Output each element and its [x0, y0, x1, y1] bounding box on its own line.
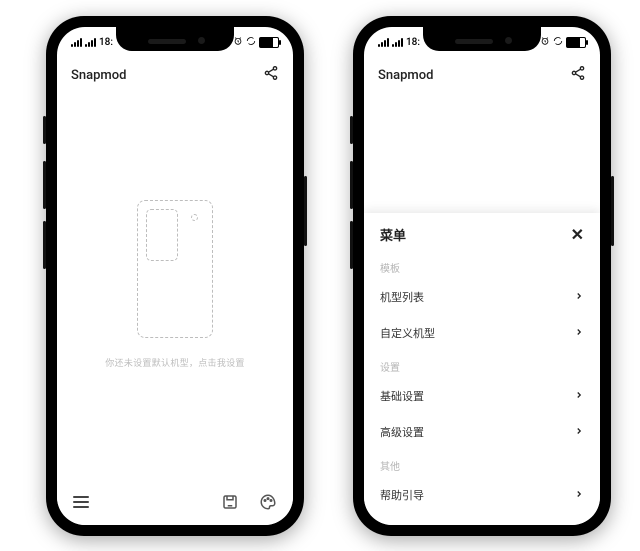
- sync-icon: [246, 36, 256, 49]
- close-icon[interactable]: ✕: [571, 225, 584, 244]
- chevron-right-icon: [574, 489, 584, 502]
- side-button: [43, 116, 46, 144]
- empty-state-hint: 你还未设置默认机型，点击我设置: [105, 356, 245, 369]
- menu-item-custom-device[interactable]: 自定义机型: [364, 315, 600, 351]
- battery-icon: [566, 37, 586, 48]
- palette-button[interactable]: [259, 493, 277, 511]
- menu-item-basic-settings[interactable]: 基础设置: [364, 378, 600, 414]
- empty-state[interactable]: 你还未设置默认机型，点击我设置: [57, 93, 293, 525]
- side-button: [304, 176, 307, 246]
- menu-item-help-guide[interactable]: 帮助引导: [364, 477, 600, 513]
- menu-item-about[interactable]: 关于: [364, 513, 600, 525]
- app-bar: Snapmod: [57, 57, 293, 93]
- chevron-right-icon: [574, 327, 584, 340]
- wifi-signal-icon: [392, 38, 403, 47]
- alarm-icon: [540, 36, 550, 49]
- menu-sheet: 菜单 ✕ 模板 机型列表 自定义机型 设置 基础设置: [364, 213, 600, 525]
- side-button: [611, 176, 614, 246]
- menu-item-label: 帮助引导: [380, 487, 424, 503]
- status-time: 18:: [99, 37, 113, 48]
- palette-icon: [259, 493, 277, 511]
- chevron-right-icon: [574, 291, 584, 304]
- side-button: [350, 221, 353, 269]
- save-icon: [221, 493, 239, 511]
- menu-item-advanced-settings[interactable]: 高级设置: [364, 414, 600, 450]
- menu-item-device-list[interactable]: 机型列表: [364, 279, 600, 315]
- device-mockup-menu-open: 18: Snapmod 菜单 ✕: [353, 16, 611, 536]
- sync-icon: [553, 36, 563, 49]
- battery-icon: [259, 37, 279, 48]
- side-button: [43, 221, 46, 269]
- side-button: [350, 161, 353, 209]
- chevron-right-icon: [574, 390, 584, 403]
- chevron-right-icon: [574, 426, 584, 439]
- menu-item-label: 自定义机型: [380, 325, 435, 341]
- signal-icon: [71, 38, 82, 47]
- status-time: 18:: [406, 37, 420, 48]
- app-title: Snapmod: [378, 68, 433, 83]
- alarm-icon: [233, 36, 243, 49]
- share-icon[interactable]: [263, 65, 279, 85]
- app-bar: Snapmod: [364, 57, 600, 93]
- menu-item-label: 基础设置: [380, 388, 424, 404]
- hamburger-icon: [73, 496, 89, 508]
- placeholder-device-icon: [137, 200, 213, 338]
- menu-title: 菜单: [380, 225, 406, 244]
- menu-section-other: 其他: [364, 450, 600, 477]
- signal-icon: [378, 38, 389, 47]
- wifi-signal-icon: [85, 38, 96, 47]
- device-notch: [116, 27, 234, 51]
- menu-item-label: 高级设置: [380, 424, 424, 440]
- save-button[interactable]: [221, 493, 239, 511]
- device-mockup-empty-state: 18: Snapmod: [46, 16, 304, 536]
- app-title: Snapmod: [71, 68, 126, 83]
- side-button: [43, 161, 46, 209]
- menu-section-templates: 模板: [364, 252, 600, 279]
- menu-button[interactable]: [73, 496, 89, 508]
- side-button: [350, 116, 353, 144]
- device-notch: [423, 27, 541, 51]
- share-icon[interactable]: [570, 65, 586, 85]
- bottom-toolbar: [57, 479, 293, 525]
- menu-item-label: 机型列表: [380, 289, 424, 305]
- menu-section-settings: 设置: [364, 351, 600, 378]
- menu-item-label: 关于: [380, 523, 402, 525]
